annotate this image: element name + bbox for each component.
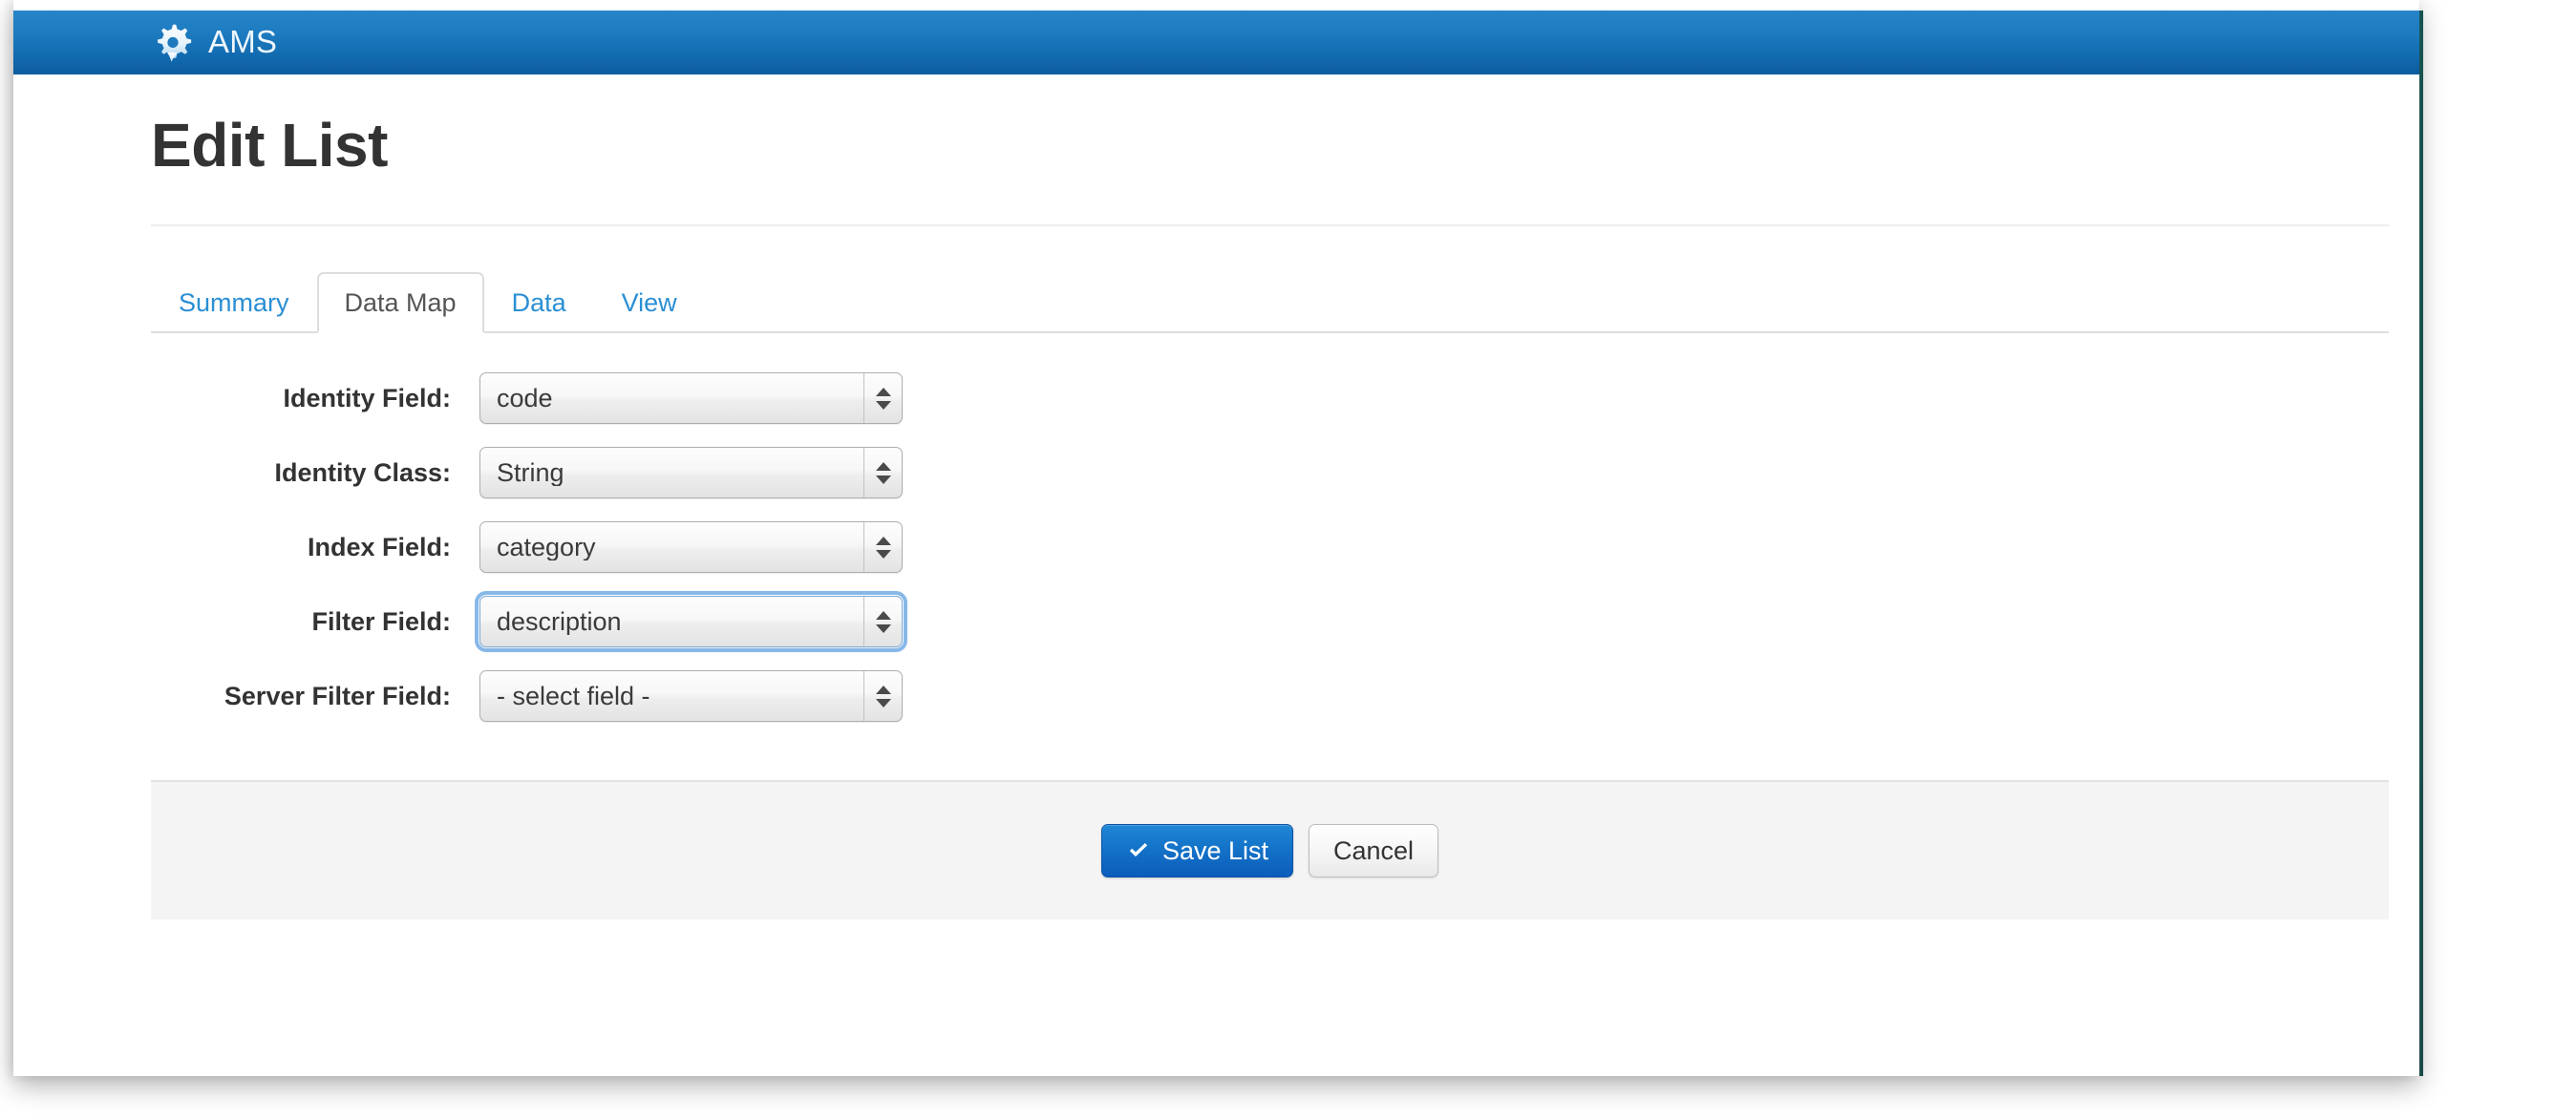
index-field-select[interactable]: category [479,521,903,574]
filter-field-value: description [497,608,622,635]
identity-class-label: Identity Class: [274,457,451,487]
form-row-identity-class: Identity Class: String [151,444,2389,501]
identity-field-label: Identity Field: [283,383,452,412]
chevron-up-icon [875,536,891,545]
form-row-identity-field: Identity Field: code [151,370,2389,427]
stepper-arrows-icon[interactable] [863,448,902,498]
cancel-label: Cancel [1333,835,1415,865]
chevron-up-icon [875,387,891,396]
identity-field-select[interactable]: code [479,372,903,425]
brand-link[interactable]: AMS [147,11,277,74]
form-row-server-filter-field: Server Filter Field: - select field - [151,667,2389,725]
page-title: Edit List [151,111,388,180]
stepper-arrows-icon[interactable] [863,597,902,647]
chevron-down-icon [875,623,891,633]
stepper-arrows-icon[interactable] [863,671,902,722]
index-field-value: category [497,534,596,560]
tab-data-map[interactable]: Data Map [316,272,484,334]
data-map-form: Identity Field: code Identity Class: Str… [151,370,2389,920]
identity-class-value: String [497,459,564,486]
chevron-down-icon [875,698,891,708]
check-icon [1126,838,1151,863]
chevron-up-icon [875,610,891,620]
stepper-arrows-icon[interactable] [863,373,902,424]
index-field-label: Index Field: [307,532,451,561]
server-filter-field-select[interactable]: - select field - [479,670,903,723]
cancel-button[interactable]: Cancel [1309,824,1439,878]
window-right-edge [2419,11,2423,1076]
form-action-bar: Save List Cancel [151,780,2389,920]
chevron-down-icon [875,549,891,559]
chevron-down-icon [875,475,891,484]
chevron-down-icon [875,400,891,410]
chevron-up-icon [875,461,891,471]
tab-view[interactable]: View [594,272,705,333]
tab-bar: Summary Data Map Data View [151,272,2389,334]
form-row-filter-field: Filter Field: description [151,591,2389,653]
filter-field-select[interactable]: description [475,591,907,653]
tab-summary[interactable]: Summary [151,272,317,333]
save-list-button[interactable]: Save List [1100,824,1293,878]
filter-field-label: Filter Field: [311,606,451,636]
title-divider [151,224,2389,227]
top-navbar: AMS [13,11,2419,74]
server-filter-field-value: - select field - [497,683,650,709]
gear-icon [147,18,199,70]
chevron-up-icon [875,685,891,694]
stepper-arrows-icon[interactable] [863,522,902,573]
brand-title: AMS [208,24,278,59]
identity-class-select[interactable]: String [479,447,903,499]
tab-data[interactable]: Data [484,272,594,333]
identity-field-value: code [497,385,553,412]
save-list-label: Save List [1161,835,1268,865]
form-row-index-field: Index Field: category [151,518,2389,576]
server-filter-field-label: Server Filter Field: [224,681,451,710]
content-container: Edit List Summary Data Map Data View Ide… [151,74,2389,920]
browser-viewport: AMS Edit List Summary Data Map Data View… [0,0,2576,1120]
